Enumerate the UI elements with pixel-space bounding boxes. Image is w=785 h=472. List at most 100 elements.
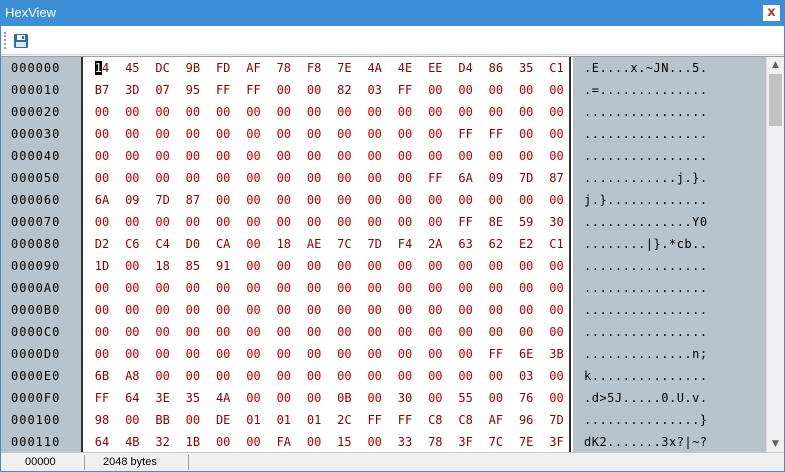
hex-byte[interactable]: 00 [303, 189, 325, 211]
hex-byte[interactable]: DE [212, 409, 234, 431]
hex-byte[interactable]: 00 [303, 123, 325, 145]
hex-byte[interactable]: 09 [121, 189, 143, 211]
hex-byte[interactable]: 00 [546, 123, 568, 145]
hex-byte[interactable]: 00 [424, 145, 446, 167]
hex-byte[interactable]: 00 [364, 145, 386, 167]
hex-byte[interactable]: 00 [364, 255, 386, 277]
hex-byte[interactable]: 00 [152, 167, 174, 189]
hex-byte[interactable]: 3D [121, 79, 143, 101]
hex-byte[interactable]: 00 [303, 167, 325, 189]
hex-byte[interactable]: 00 [333, 365, 355, 387]
hex-byte[interactable]: 00 [273, 299, 295, 321]
hex-byte[interactable]: 00 [91, 211, 113, 233]
hex-byte[interactable]: 2C [333, 409, 355, 431]
hex-byte[interactable]: 3B [546, 343, 568, 365]
hex-byte[interactable]: 1D [91, 255, 113, 277]
hex-byte[interactable]: 9B [182, 57, 204, 79]
hex-byte[interactable]: 64 [91, 431, 113, 453]
hex-byte[interactable]: 00 [121, 277, 143, 299]
hex-byte[interactable]: 00 [152, 365, 174, 387]
hex-byte[interactable]: 00 [546, 299, 568, 321]
hex-byte[interactable]: 00 [91, 321, 113, 343]
hex-byte[interactable]: 00 [212, 365, 234, 387]
hex-byte[interactable]: 00 [303, 211, 325, 233]
hex-byte[interactable]: 00 [212, 189, 234, 211]
hex-byte[interactable]: 00 [243, 233, 265, 255]
hex-byte[interactable]: 00 [182, 277, 204, 299]
hex-byte[interactable]: 96 [515, 409, 537, 431]
hex-byte[interactable]: 00 [364, 321, 386, 343]
hex-byte[interactable]: 00 [182, 365, 204, 387]
hex-byte[interactable]: FF [91, 387, 113, 409]
hex-byte[interactable]: C6 [121, 233, 143, 255]
hex-byte[interactable]: 00 [455, 321, 477, 343]
hex-byte[interactable]: 03 [515, 365, 537, 387]
hex-byte[interactable]: 00 [182, 123, 204, 145]
row-ascii[interactable]: dK2.......3x?|~? [584, 431, 708, 453]
row-ascii[interactable]: ........|}.*cb.. [584, 233, 708, 255]
hex-byte[interactable]: 00 [333, 123, 355, 145]
hex-byte[interactable]: CA [212, 233, 234, 255]
hex-byte[interactable]: E2 [515, 233, 537, 255]
hex-byte[interactable]: 00 [485, 277, 507, 299]
hex-byte[interactable]: 00 [546, 365, 568, 387]
hex-byte[interactable]: 00 [424, 387, 446, 409]
hex-byte[interactable]: 6E [515, 343, 537, 365]
hex-byte[interactable]: 3E [152, 387, 174, 409]
hex-byte[interactable]: 55 [455, 387, 477, 409]
save-icon[interactable] [13, 33, 29, 49]
row-ascii[interactable]: j.}............. [584, 189, 708, 211]
hex-byte[interactable]: B7 [91, 79, 113, 101]
hex-byte[interactable]: A8 [121, 365, 143, 387]
hex-byte[interactable]: 00 [485, 79, 507, 101]
hex-editor[interactable]: 000000 000010 000020 000030 000040 000050 0000… [1, 56, 784, 453]
row-ascii[interactable]: .d>5J.....0.U.v. [584, 387, 708, 409]
hex-byte[interactable]: 00 [546, 79, 568, 101]
scroll-down-arrow-icon[interactable]: ▼ [767, 436, 784, 453]
hex-byte[interactable]: 00 [243, 431, 265, 453]
hex-byte[interactable]: 00 [394, 277, 416, 299]
hex-byte[interactable]: 00 [273, 189, 295, 211]
hex-byte[interactable]: D4 [455, 57, 477, 79]
hex-byte[interactable]: 00 [455, 101, 477, 123]
hex-byte[interactable]: FF [485, 343, 507, 365]
hex-byte[interactable]: 00 [485, 101, 507, 123]
hex-byte[interactable]: 00 [424, 101, 446, 123]
hex-byte[interactable]: 59 [515, 211, 537, 233]
hex-byte[interactable]: 78 [273, 57, 295, 79]
hex-byte[interactable]: 00 [333, 343, 355, 365]
hex-byte[interactable]: 00 [485, 189, 507, 211]
hex-byte[interactable]: 00 [152, 101, 174, 123]
hex-byte[interactable]: 62 [485, 233, 507, 255]
hex-byte[interactable]: 7E [333, 57, 355, 79]
hex-byte[interactable]: 00 [182, 321, 204, 343]
hex-byte[interactable]: 00 [424, 365, 446, 387]
row-ascii[interactable]: ...............} [584, 409, 708, 431]
row-ascii[interactable]: ............j.}. [584, 167, 708, 189]
hex-byte[interactable]: FF [364, 409, 386, 431]
hex-byte[interactable]: 01 [273, 409, 295, 431]
hex-byte[interactable]: BB [152, 409, 174, 431]
hex-byte[interactable]: 00 [152, 321, 174, 343]
toolbar-grip-icon[interactable] [4, 32, 8, 49]
hex-byte[interactable]: 00 [243, 321, 265, 343]
hex-byte[interactable]: 00 [485, 145, 507, 167]
row-ascii[interactable]: ................ [584, 145, 708, 167]
hex-byte[interactable]: 8E [485, 211, 507, 233]
hex-byte[interactable]: 00 [273, 79, 295, 101]
hex-byte[interactable]: 00 [515, 123, 537, 145]
hex-byte[interactable]: 78 [424, 431, 446, 453]
hex-byte[interactable]: 00 [182, 299, 204, 321]
hex-byte[interactable]: 00 [243, 255, 265, 277]
hex-byte[interactable]: 00 [121, 167, 143, 189]
hex-byte[interactable]: 00 [515, 101, 537, 123]
hex-byte[interactable]: 00 [485, 299, 507, 321]
scroll-up-arrow-icon[interactable]: ▲ [767, 57, 784, 74]
hex-byte[interactable]: EE [424, 57, 446, 79]
hex-byte[interactable]: 00 [121, 123, 143, 145]
hex-byte[interactable]: 00 [485, 255, 507, 277]
hex-byte[interactable]: 00 [243, 365, 265, 387]
hex-byte[interactable]: 1B [182, 431, 204, 453]
hex-bytes-panel[interactable]: 14 45 DC 9B FD AF 78 F8 7E 4A 4E EE D4 86 35 C1 B7 3D 07 95… [85, 57, 571, 453]
hex-byte[interactable]: 00 [364, 431, 386, 453]
